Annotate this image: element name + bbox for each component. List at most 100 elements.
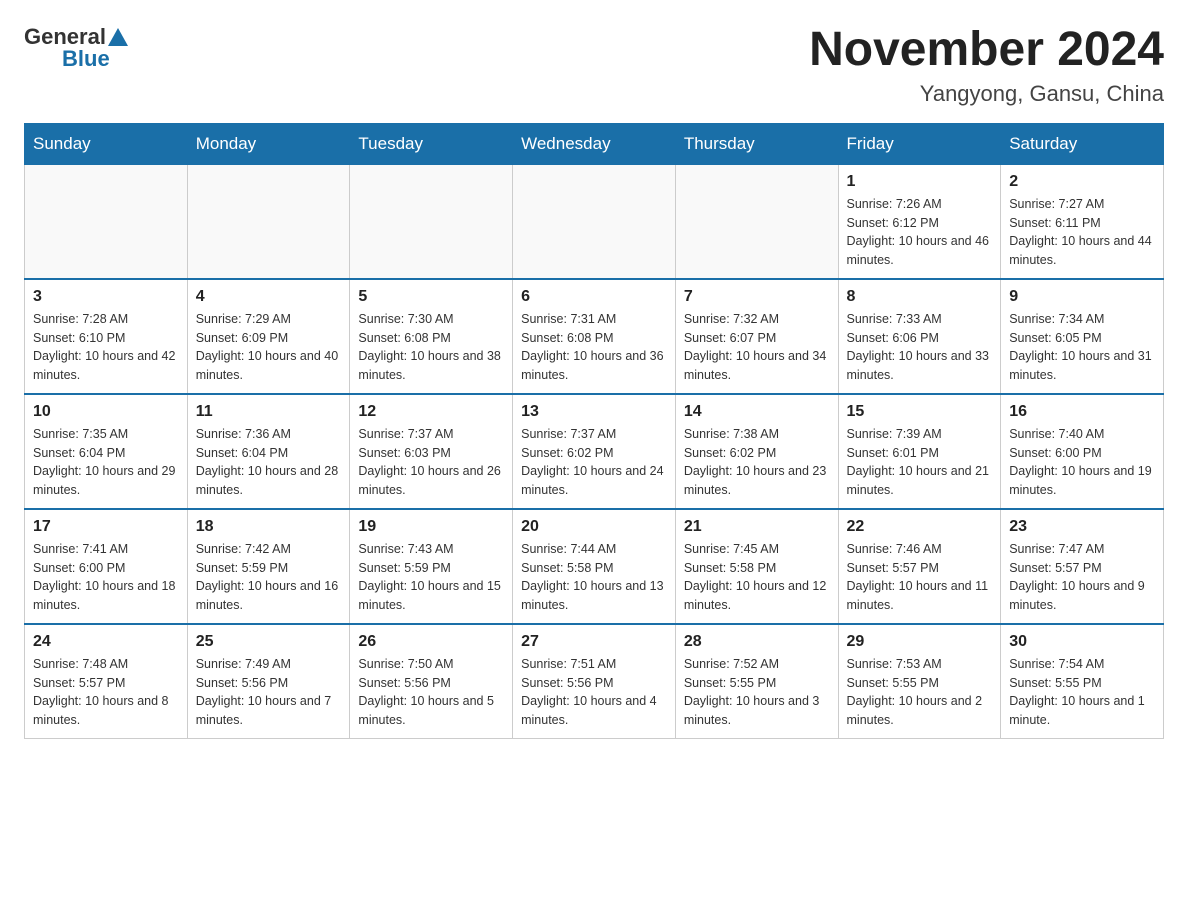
table-row: 18Sunrise: 7:42 AMSunset: 5:59 PMDayligh… — [187, 509, 350, 624]
table-row: 16 Sunrise: 7:40 AMSunset: 6:00 PMDayligh… — [1001, 394, 1164, 509]
day-number: 25 — [196, 633, 342, 651]
table-row: 12 Sunrise: 7:37 AMSunset: 6:03 PMDayligh… — [350, 394, 513, 509]
col-sunday: Sunday — [25, 123, 188, 164]
day-number: 1 — [847, 173, 993, 191]
table-row: 26 Sunrise: 7:50 AMSunset: 5:56 PMDayligh… — [350, 624, 513, 739]
table-row: 2Sunrise: 7:27 AMSunset: 6:11 PMDaylight… — [1001, 164, 1164, 279]
day-number: 17 — [33, 518, 179, 536]
table-row: 28 Sunrise: 7:52 AMSunset: 5:55 PMDayligh… — [675, 624, 838, 739]
col-saturday: Saturday — [1001, 123, 1164, 164]
day-info: Sunrise: 7:51 AMSunset: 5:56 PMDaylight:… — [521, 655, 667, 730]
day-number: 14 — [684, 403, 830, 421]
day-number: 28 — [684, 633, 830, 651]
day-info: Sunrise: 7:48 AMSunset: 5:57 PMDaylight:… — [33, 655, 179, 730]
calendar-subtitle: Yangyong, Gansu, China — [809, 81, 1164, 107]
calendar-header-row: Sunday Monday Tuesday Wednesday Thursday… — [25, 123, 1164, 164]
day-info: Sunrise: 7:31 AMSunset: 6:08 PMDaylight:… — [521, 310, 667, 385]
day-info: Sunrise: 7:52 AMSunset: 5:55 PMDaylight:… — [684, 655, 830, 730]
table-row: 7Sunrise: 7:32 AMSunset: 6:07 PMDaylight… — [675, 279, 838, 394]
day-info: Sunrise: 7:38 AMSunset: 6:02 PMDaylight:… — [684, 425, 830, 500]
day-info: Sunrise: 7:26 AMSunset: 6:12 PMDaylight:… — [847, 195, 993, 270]
table-row: 1 Sunrise: 7:26 AMSunset: 6:12 PMDaylight… — [838, 164, 1001, 279]
table-row: 22 Sunrise: 7:46 AMSunset: 5:57 PMDayligh… — [838, 509, 1001, 624]
table-row: 8 Sunrise: 7:33 AMSunset: 6:06 PMDaylight… — [838, 279, 1001, 394]
day-number: 9 — [1009, 288, 1155, 306]
day-number: 8 — [847, 288, 993, 306]
day-info: Sunrise: 7:34 AMSunset: 6:05 PMDaylight:… — [1009, 310, 1155, 385]
day-info: Sunrise: 7:37 AMSunset: 6:02 PMDaylight:… — [521, 425, 667, 500]
table-row — [25, 164, 188, 279]
day-number: 4 — [196, 288, 342, 306]
table-row: 5 Sunrise: 7:30 AMSunset: 6:08 PMDaylight… — [350, 279, 513, 394]
day-info: Sunrise: 7:28 AMSunset: 6:10 PMDaylight:… — [33, 310, 179, 385]
logo-blue-text: Blue — [62, 46, 110, 72]
table-row: 13 Sunrise: 7:37 AMSunset: 6:02 PMDayligh… — [513, 394, 676, 509]
calendar-week-row: 10Sunrise: 7:35 AMSunset: 6:04 PMDayligh… — [25, 394, 1164, 509]
logo-triangle-icon — [108, 28, 128, 46]
col-wednesday: Wednesday — [513, 123, 676, 164]
day-number: 15 — [847, 403, 993, 421]
table-row: 14 Sunrise: 7:38 AMSunset: 6:02 PMDayligh… — [675, 394, 838, 509]
col-thursday: Thursday — [675, 123, 838, 164]
day-info: Sunrise: 7:40 AMSunset: 6:00 PMDaylight:… — [1009, 425, 1155, 500]
table-row: 29Sunrise: 7:53 AMSunset: 5:55 PMDayligh… — [838, 624, 1001, 739]
day-info: Sunrise: 7:29 AMSunset: 6:09 PMDaylight:… — [196, 310, 342, 385]
table-row: 10Sunrise: 7:35 AMSunset: 6:04 PMDayligh… — [25, 394, 188, 509]
day-info: Sunrise: 7:49 AMSunset: 5:56 PMDaylight:… — [196, 655, 342, 730]
table-row — [675, 164, 838, 279]
day-info: Sunrise: 7:32 AMSunset: 6:07 PMDaylight:… — [684, 310, 830, 385]
table-row: 19 Sunrise: 7:43 AMSunset: 5:59 PMDayligh… — [350, 509, 513, 624]
day-number: 19 — [358, 518, 504, 536]
day-number: 3 — [33, 288, 179, 306]
day-number: 5 — [358, 288, 504, 306]
table-row: 24Sunrise: 7:48 AMSunset: 5:57 PMDayligh… — [25, 624, 188, 739]
table-row: 25 Sunrise: 7:49 AMSunset: 5:56 PMDayligh… — [187, 624, 350, 739]
day-info: Sunrise: 7:30 AMSunset: 6:08 PMDaylight:… — [358, 310, 504, 385]
day-number: 13 — [521, 403, 667, 421]
day-info: Sunrise: 7:46 AMSunset: 5:57 PMDaylight:… — [847, 540, 993, 615]
day-info: Sunrise: 7:41 AMSunset: 6:00 PMDaylight:… — [33, 540, 179, 615]
day-number: 11 — [196, 403, 342, 421]
table-row: 11 Sunrise: 7:36 AMSunset: 6:04 PMDayligh… — [187, 394, 350, 509]
table-row: 20 Sunrise: 7:44 AMSunset: 5:58 PMDayligh… — [513, 509, 676, 624]
day-number: 22 — [847, 518, 993, 536]
table-row: 15 Sunrise: 7:39 AMSunset: 6:01 PMDayligh… — [838, 394, 1001, 509]
calendar-title: November 2024 — [809, 24, 1164, 77]
day-info: Sunrise: 7:37 AMSunset: 6:03 PMDaylight:… — [358, 425, 504, 500]
table-row: 4 Sunrise: 7:29 AMSunset: 6:09 PMDaylight… — [187, 279, 350, 394]
day-number: 20 — [521, 518, 667, 536]
col-monday: Monday — [187, 123, 350, 164]
col-tuesday: Tuesday — [350, 123, 513, 164]
calendar-week-row: 24Sunrise: 7:48 AMSunset: 5:57 PMDayligh… — [25, 624, 1164, 739]
day-info: Sunrise: 7:50 AMSunset: 5:56 PMDaylight:… — [358, 655, 504, 730]
day-number: 16 — [1009, 403, 1155, 421]
table-row: 21Sunrise: 7:45 AMSunset: 5:58 PMDayligh… — [675, 509, 838, 624]
calendar-week-row: 17 Sunrise: 7:41 AMSunset: 6:00 PMDayligh… — [25, 509, 1164, 624]
title-area: November 2024 Yangyong, Gansu, China — [809, 24, 1164, 107]
day-info: Sunrise: 7:43 AMSunset: 5:59 PMDaylight:… — [358, 540, 504, 615]
day-info: Sunrise: 7:45 AMSunset: 5:58 PMDaylight:… — [684, 540, 830, 615]
table-row — [187, 164, 350, 279]
calendar-week-row: 1 Sunrise: 7:26 AMSunset: 6:12 PMDaylight… — [25, 164, 1164, 279]
day-info: Sunrise: 7:33 AMSunset: 6:06 PMDaylight:… — [847, 310, 993, 385]
day-info: Sunrise: 7:39 AMSunset: 6:01 PMDaylight:… — [847, 425, 993, 500]
logo: General Blue — [24, 24, 130, 72]
day-number: 29 — [847, 633, 993, 651]
day-number: 18 — [196, 518, 342, 536]
day-info: Sunrise: 7:54 AMSunset: 5:55 PMDaylight:… — [1009, 655, 1155, 730]
day-number: 27 — [521, 633, 667, 651]
table-row: 17 Sunrise: 7:41 AMSunset: 6:00 PMDayligh… — [25, 509, 188, 624]
table-row — [350, 164, 513, 279]
page-header: General Blue November 2024 Yangyong, Gan… — [24, 24, 1164, 107]
col-friday: Friday — [838, 123, 1001, 164]
table-row: 3 Sunrise: 7:28 AMSunset: 6:10 PMDaylight… — [25, 279, 188, 394]
table-row: 23Sunrise: 7:47 AMSunset: 5:57 PMDayligh… — [1001, 509, 1164, 624]
calendar-week-row: 3 Sunrise: 7:28 AMSunset: 6:10 PMDaylight… — [25, 279, 1164, 394]
day-number: 30 — [1009, 633, 1155, 651]
day-number: 26 — [358, 633, 504, 651]
day-number: 12 — [358, 403, 504, 421]
table-row — [513, 164, 676, 279]
day-info: Sunrise: 7:36 AMSunset: 6:04 PMDaylight:… — [196, 425, 342, 500]
day-number: 6 — [521, 288, 667, 306]
day-info: Sunrise: 7:44 AMSunset: 5:58 PMDaylight:… — [521, 540, 667, 615]
